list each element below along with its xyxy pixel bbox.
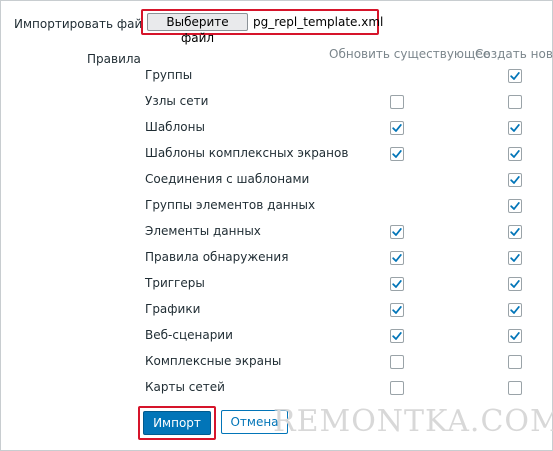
rule-label: Группы элементов данных [145, 198, 316, 212]
update-existing-checkbox[interactable] [390, 381, 404, 395]
column-header-create-new: Создать новые [475, 47, 553, 61]
rule-label: Узлы сети [145, 94, 209, 108]
rule-label: Комплексные экраны [145, 354, 282, 368]
update-existing-checkbox[interactable] [390, 95, 404, 109]
create-new-checkbox[interactable] [508, 303, 522, 317]
create-new-checkbox[interactable] [508, 251, 522, 265]
create-new-checkbox[interactable] [508, 69, 522, 83]
create-new-checkbox[interactable] [508, 199, 522, 213]
create-new-checkbox[interactable] [508, 355, 522, 369]
update-existing-checkbox[interactable] [390, 277, 404, 291]
rule-label: Шаблоны [145, 120, 205, 134]
update-existing-checkbox[interactable] [390, 251, 404, 265]
update-existing-checkbox[interactable] [390, 303, 404, 317]
update-existing-checkbox[interactable] [390, 355, 404, 369]
rules-label: Правила [87, 52, 141, 66]
create-new-checkbox[interactable] [508, 95, 522, 109]
create-new-checkbox[interactable] [508, 225, 522, 239]
update-existing-checkbox[interactable] [390, 329, 404, 343]
rule-label: Элементы данных [145, 224, 261, 238]
import-button[interactable]: Импорт [143, 411, 211, 435]
rule-label: Группы [145, 68, 193, 82]
rule-label: Правила обнаружения [145, 250, 289, 264]
import-dialog: Импортировать файл Выберите файл pg_repl… [0, 0, 553, 451]
rule-label: Графики [145, 302, 201, 316]
import-button-highlight: Импорт [138, 406, 216, 440]
create-new-checkbox[interactable] [508, 381, 522, 395]
create-new-checkbox[interactable] [508, 329, 522, 343]
create-new-checkbox[interactable] [508, 173, 522, 187]
rule-label: Триггеры [145, 276, 205, 290]
file-input[interactable]: Выберите файл pg_repl_template.xml [141, 9, 383, 45]
choose-file-button[interactable]: Выберите файл [147, 13, 248, 45]
column-header-update-existing: Обновить существующее [329, 47, 491, 61]
selected-file-name: pg_repl_template.xml [253, 15, 384, 29]
create-new-checkbox[interactable] [508, 277, 522, 291]
rule-label: Соединения с шаблонами [145, 172, 310, 186]
update-existing-checkbox[interactable] [390, 121, 404, 135]
update-existing-checkbox[interactable] [390, 147, 404, 161]
rule-label: Шаблоны комплексных экранов [145, 146, 349, 160]
import-file-label: Импортировать файл [14, 17, 150, 31]
rule-label: Карты сетей [145, 380, 225, 394]
rule-label: Веб-сценарии [145, 328, 233, 342]
watermark: REMONTKA.COM [273, 404, 553, 439]
create-new-checkbox[interactable] [508, 147, 522, 161]
create-new-checkbox[interactable] [508, 121, 522, 135]
update-existing-checkbox[interactable] [390, 225, 404, 239]
